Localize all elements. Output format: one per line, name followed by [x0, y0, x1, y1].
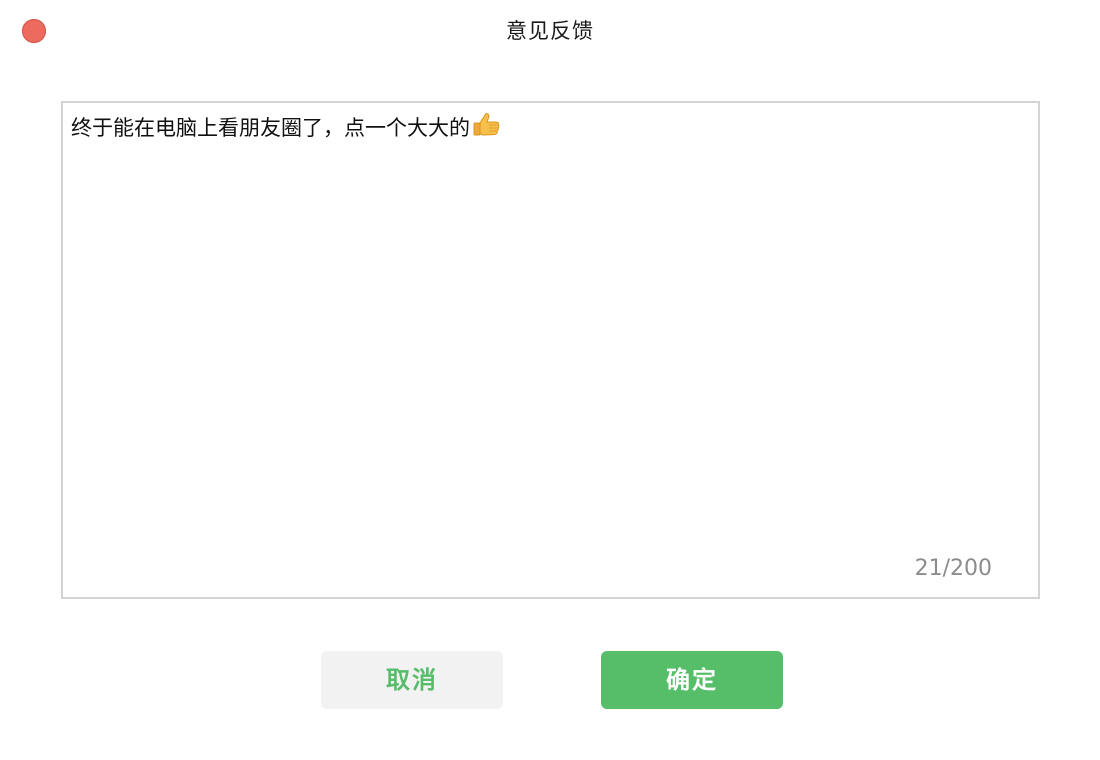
confirm-button[interactable]: 确定: [601, 651, 783, 709]
dialog-title: 意见反馈: [506, 19, 594, 43]
feedback-text: 终于能在电脑上看朋友圈了，点一个大大的: [71, 116, 470, 140]
cancel-button[interactable]: 取消: [321, 651, 503, 709]
character-counter: 21/200: [914, 556, 992, 581]
thumbs-up-icon: [471, 111, 501, 146]
feedback-textarea[interactable]: 终于能在电脑上看朋友圈了，点一个大大的 21/200: [61, 101, 1040, 599]
feedback-dialog: 意见反馈 终于能在电脑上看朋友圈了，点一个大大的 21/200 取消 确定: [0, 0, 1100, 760]
feedback-text-content: 终于能在电脑上看朋友圈了，点一个大大的: [71, 111, 501, 146]
